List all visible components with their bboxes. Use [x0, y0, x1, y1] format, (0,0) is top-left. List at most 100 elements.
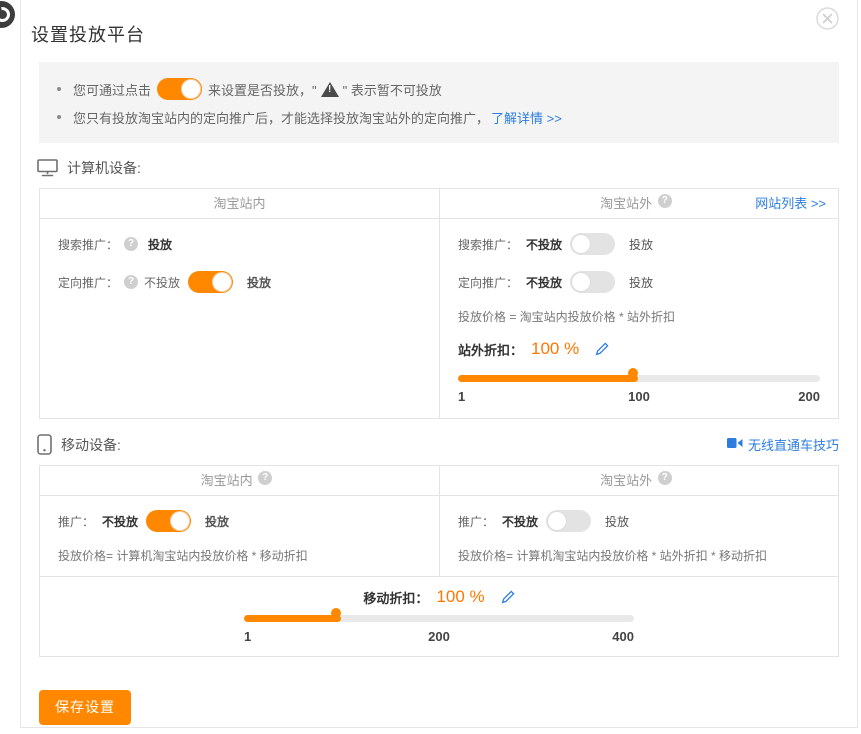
mobile-onsite-cell: 推广： 不投放 投放 投放价格= 计算机淘宝站内投放价格 * 移动折扣 [40, 496, 439, 576]
notice-text: 来设置是否投放，" [208, 80, 317, 99]
tick-max: 400 [612, 629, 634, 644]
toggle-knob [547, 511, 567, 531]
computer-offsite-cell: 搜索推广： 不投放 投放 定向推广： 不投放 投放 投放价格 = 淘宝站内投放价… [439, 219, 838, 418]
help-icon[interactable] [258, 471, 272, 485]
mobile-onsite-header: 淘宝站内 [40, 466, 439, 496]
toggle-on-label: 投放 [247, 274, 271, 291]
wireless-tips-label: 无线直通车技巧 [748, 435, 839, 454]
notice-line-2: 您只有投放淘宝站内的定向推广后，才能选择投放淘宝站外的定向推广， 了解详情 >> [55, 103, 823, 131]
toggle-on-label: 投放 [629, 274, 653, 291]
discount-value: 100 % [436, 587, 484, 607]
notice-text: " 表示暂不可投放 [343, 80, 442, 99]
save-button[interactable]: 保存设置 [39, 690, 131, 725]
learn-more-link[interactable]: 了解详情 >> [491, 108, 562, 127]
discount-label: 站外折扣： [458, 340, 523, 359]
field-label: 推广： [58, 513, 94, 530]
toggle-on-label: 投放 [629, 236, 653, 253]
mobile-table-header: 淘宝站内 淘宝站外 [40, 466, 838, 496]
computer-table-body: 搜索推广： 投放 定向推广： 不投放 投放 搜索推广： 不投放 投放 [40, 219, 838, 418]
mobile-offsite-toggle[interactable] [546, 510, 591, 532]
mobile-section-heading: 移动设备: 无线直通车技巧 [37, 434, 839, 455]
tick-max: 200 [798, 389, 820, 404]
mobile-table-body: 推广： 不投放 投放 投放价格= 计算机淘宝站内投放价格 * 移动折扣 推广： … [40, 496, 838, 576]
toggle-on-label: 投放 [205, 513, 229, 530]
toggle-off-label: 不投放 [502, 513, 538, 530]
header-label: 淘宝站内 [201, 473, 253, 488]
toggle-knob [571, 234, 591, 254]
tick-mid: 100 [628, 389, 650, 404]
computer-section-label: 计算机设备: [67, 158, 141, 178]
close-icon[interactable] [816, 7, 839, 30]
mobile-discount-row: 移动折扣： 100 % [40, 587, 838, 607]
toggle-knob [571, 272, 591, 292]
help-icon[interactable] [658, 194, 672, 208]
promo-row: 推广： 不投放 投放 [458, 509, 820, 533]
offsite-targeted-toggle[interactable] [570, 271, 615, 293]
offsite-discount-row: 站外折扣： 100 % [458, 339, 820, 359]
search-promo-row: 搜索推广： 投放 [58, 232, 421, 256]
placement-settings-dialog: 设置投放平台 您可通过点击 来设置是否投放，" " 表示暂不可投放 您只有投放淘… [20, 0, 858, 728]
help-icon[interactable] [124, 275, 138, 289]
edit-pencil-icon[interactable] [595, 342, 609, 356]
mobile-onsite-toggle[interactable] [146, 510, 191, 532]
toggle-off-label: 不投放 [144, 274, 180, 291]
header-label: 淘宝站外 [600, 196, 652, 211]
slider-handle[interactable] [331, 608, 341, 618]
field-label: 定向推广： [58, 274, 118, 291]
offsite-price-formula: 投放价格 = 淘宝站内投放价格 * 站外折扣 [458, 308, 820, 325]
field-label: 搜索推广： [458, 236, 518, 253]
slider-ticks: 1 200 400 [244, 629, 634, 649]
toggle-on-label: 投放 [605, 513, 629, 530]
offsite-discount-slider[interactable]: 1 100 200 [458, 375, 820, 409]
field-value: 投放 [148, 236, 172, 253]
mobile-section-label: 移动设备: [61, 435, 121, 455]
mobile-discount-section: 移动折扣： 100 % 1 200 400 [40, 576, 838, 656]
help-bubble-icon [0, 1, 15, 28]
field-label: 推广： [458, 513, 494, 530]
toggle-knob [181, 79, 201, 99]
phone-icon [37, 434, 52, 455]
mobile-onsite-formula: 投放价格= 计算机淘宝站内投放价格 * 移动折扣 [58, 547, 421, 564]
discount-value: 100 % [531, 339, 579, 359]
mobile-discount-slider[interactable]: 1 200 400 [244, 615, 634, 649]
slider-track[interactable] [244, 615, 634, 622]
toggle-knob [212, 272, 232, 292]
header-label: 淘宝站外 [600, 473, 652, 488]
mobile-offsite-formula: 投放价格= 计算机淘宝站内投放价格 * 站外折扣 * 移动折扣 [458, 547, 820, 564]
mobile-table: 淘宝站内 淘宝站外 推广： 不投放 投放 投放价格= 计算机淘宝站内投放价格 *… [39, 465, 839, 657]
notice-text: 您可通过点击 [73, 80, 151, 99]
onsite-targeted-toggle[interactable] [188, 271, 233, 293]
toggle-knob [170, 511, 190, 531]
field-label: 搜索推广： [58, 236, 118, 253]
mobile-offsite-cell: 推广： 不投放 投放 投放价格= 计算机淘宝站内投放价格 * 站外折扣 * 移动… [439, 496, 838, 576]
mobile-offsite-header: 淘宝站外 [439, 466, 838, 496]
targeted-promo-row: 定向推广： 不投放 投放 [58, 270, 421, 294]
edit-pencil-icon[interactable] [501, 590, 515, 604]
toggle-off-label: 不投放 [526, 236, 562, 253]
toggle-off-label: 不投放 [102, 513, 138, 530]
computer-onsite-cell: 搜索推广： 投放 定向推广： 不投放 投放 [40, 219, 439, 418]
discount-label: 移动折扣： [363, 588, 428, 607]
offsite-search-toggle[interactable] [570, 233, 615, 255]
tick-mid: 200 [428, 629, 450, 644]
help-icon[interactable] [658, 471, 672, 485]
notice-line-1: 您可通过点击 来设置是否投放，" " 表示暂不可投放 [55, 75, 823, 103]
slider-ticks: 1 100 200 [458, 389, 820, 409]
bullet-icon [57, 115, 61, 119]
site-list-link[interactable]: 网站列表 >> [755, 189, 826, 218]
tick-min: 1 [244, 629, 251, 644]
computer-table: 淘宝站内 淘宝站外 网站列表 >> 搜索推广： 投放 定向推广： 不投放 [39, 188, 839, 419]
toggle-example-icon [157, 78, 202, 100]
video-icon [727, 437, 743, 452]
tick-min: 1 [458, 389, 465, 404]
wireless-tips-link[interactable]: 无线直通车技巧 [727, 435, 839, 454]
monitor-icon [37, 159, 58, 177]
help-icon[interactable] [124, 237, 138, 251]
slider-fill [458, 375, 638, 382]
slider-track[interactable] [458, 375, 820, 382]
header-label: 淘宝站内 [213, 196, 265, 211]
slider-fill [244, 615, 341, 622]
warning-triangle-icon [321, 82, 339, 97]
notice-box: 您可通过点击 来设置是否投放，" " 表示暂不可投放 您只有投放淘宝站内的定向推… [39, 62, 839, 143]
search-promo-row: 搜索推广： 不投放 投放 [458, 232, 820, 256]
